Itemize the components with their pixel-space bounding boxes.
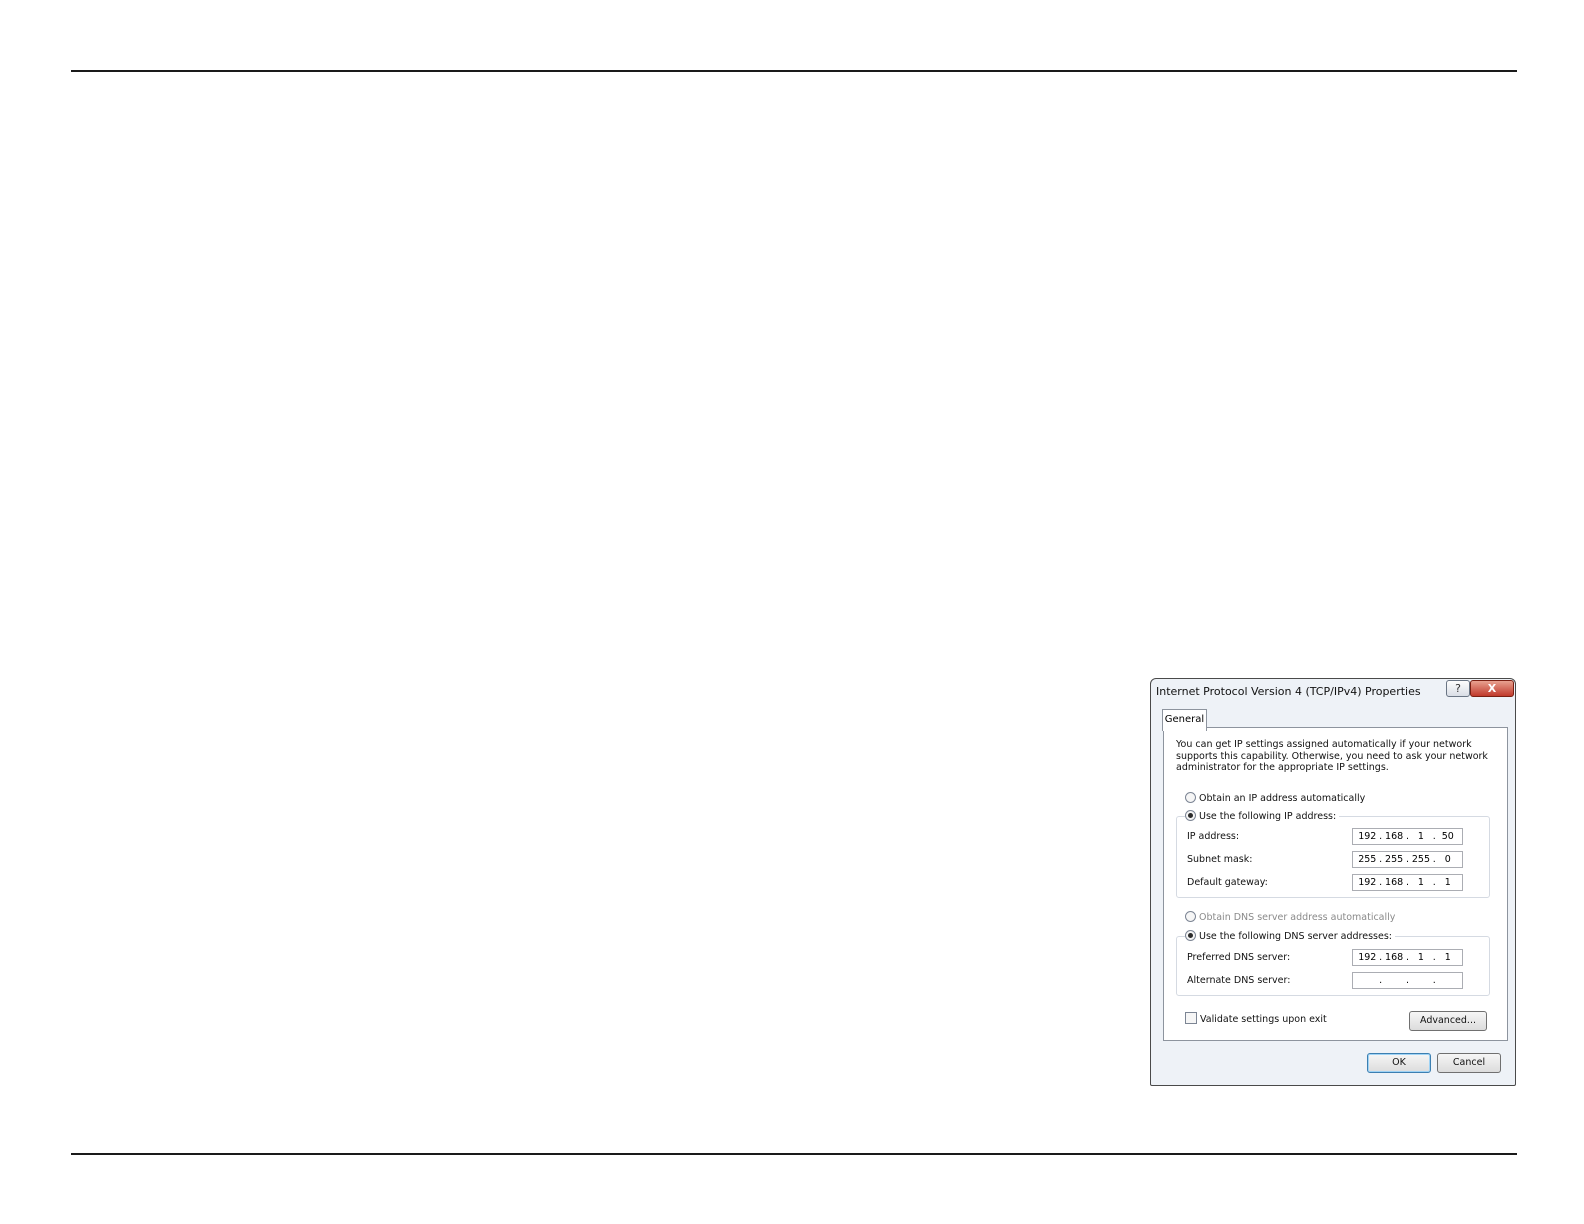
- advanced-button[interactable]: Advanced...: [1409, 1011, 1487, 1031]
- ip-octet: 255: [1385, 854, 1404, 865]
- validate-settings-label: Validate settings upon exit: [1200, 1014, 1327, 1025]
- obtain-dns-radio[interactable]: [1185, 911, 1196, 922]
- subnet-mask-input[interactable]: 255. 255. 255. 0: [1352, 851, 1463, 868]
- tcpipv4-properties-dialog: Internet Protocol Version 4 (TCP/IPv4) P…: [1150, 678, 1516, 1086]
- validate-settings-checkbox[interactable]: [1185, 1012, 1197, 1024]
- obtain-ip-radio-row[interactable]: Obtain an IP address automatically: [1185, 792, 1365, 804]
- ip-address-label: IP address:: [1187, 831, 1240, 842]
- dot: .: [1405, 831, 1409, 842]
- ip-octet: 255: [1358, 854, 1377, 865]
- ip-octet: 255: [1411, 854, 1431, 865]
- ip-octet: 1: [1417, 952, 1424, 963]
- cancel-button[interactable]: Cancel: [1437, 1053, 1501, 1073]
- ip-octet: 1: [1444, 952, 1451, 963]
- tab-general[interactable]: General: [1162, 709, 1207, 731]
- intro-text: You can get IP settings assigned automat…: [1176, 739, 1488, 773]
- dot: .: [1432, 975, 1436, 986]
- ip-octet: 50: [1441, 831, 1454, 842]
- close-button[interactable]: X: [1470, 680, 1514, 697]
- dot: .: [1379, 854, 1383, 865]
- use-ip-radio[interactable]: [1185, 810, 1196, 821]
- use-dns-radio[interactable]: [1185, 930, 1196, 941]
- ip-address-group: IP address: 192. 168. 1. 50 Subnet mask:…: [1176, 816, 1490, 898]
- alternate-dns-row: Alternate DNS server: . . .: [1187, 972, 1483, 990]
- obtain-dns-radio-row[interactable]: Obtain DNS server address automatically: [1185, 911, 1395, 923]
- subnet-mask-label: Subnet mask:: [1187, 854, 1253, 865]
- dot: .: [1379, 831, 1383, 842]
- ip-address-row: IP address: 192. 168. 1. 50: [1187, 828, 1483, 846]
- validate-settings-row[interactable]: Validate settings upon exit: [1185, 1012, 1327, 1025]
- title-bar[interactable]: Internet Protocol Version 4 (TCP/IPv4) P…: [1151, 679, 1515, 705]
- default-gateway-row: Default gateway: 192. 168. 1. 1: [1187, 874, 1483, 892]
- bottom-rule: [71, 1153, 1517, 1155]
- use-ip-label: Use the following IP address:: [1199, 811, 1337, 822]
- help-button[interactable]: ?: [1446, 680, 1470, 697]
- dot: .: [1405, 854, 1409, 865]
- top-rule: [71, 70, 1517, 72]
- general-panel: You can get IP settings assigned automat…: [1163, 727, 1508, 1041]
- ip-octet: 168: [1385, 831, 1404, 842]
- dot: .: [1405, 975, 1409, 986]
- use-dns-radio-row[interactable]: Use the following DNS server addresses:: [1185, 930, 1395, 942]
- preferred-dns-label: Preferred DNS server:: [1187, 952, 1291, 963]
- ip-octet: 192: [1358, 831, 1377, 842]
- obtain-dns-label: Obtain DNS server address automatically: [1199, 912, 1396, 923]
- default-gateway-input[interactable]: 192. 168. 1. 1: [1352, 874, 1463, 891]
- ip-octet: 168: [1385, 952, 1404, 963]
- alternate-dns-label: Alternate DNS server:: [1187, 975, 1291, 986]
- dot: .: [1432, 952, 1436, 963]
- subnet-mask-row: Subnet mask: 255. 255. 255. 0: [1187, 851, 1483, 869]
- dot: .: [1379, 952, 1383, 963]
- dot: .: [1405, 877, 1409, 888]
- ip-address-input[interactable]: 192. 168. 1. 50: [1352, 828, 1463, 845]
- preferred-dns-input[interactable]: 192. 168. 1. 1: [1352, 949, 1463, 966]
- preferred-dns-row: Preferred DNS server: 192. 168. 1. 1: [1187, 949, 1483, 967]
- dot: .: [1432, 831, 1436, 842]
- ip-octet: 192: [1358, 952, 1377, 963]
- ip-octet: 192: [1358, 877, 1377, 888]
- use-dns-label: Use the following DNS server addresses:: [1199, 931, 1392, 942]
- ok-button[interactable]: OK: [1367, 1053, 1431, 1073]
- dot: .: [1405, 952, 1409, 963]
- ip-octet: 1: [1417, 831, 1424, 842]
- use-ip-radio-row[interactable]: Use the following IP address:: [1185, 810, 1340, 822]
- ip-octet: 168: [1385, 877, 1404, 888]
- obtain-ip-radio[interactable]: [1185, 792, 1196, 803]
- dot: .: [1379, 877, 1383, 888]
- ip-octet: 1: [1444, 877, 1451, 888]
- dot: .: [1432, 877, 1436, 888]
- tab-strip: General: [1157, 705, 1509, 731]
- ip-octet: 0: [1444, 854, 1451, 865]
- ip-octet: 1: [1417, 877, 1424, 888]
- close-icon: X: [1487, 682, 1497, 695]
- help-icon: ?: [1455, 682, 1461, 695]
- dialog-title: Internet Protocol Version 4 (TCP/IPv4) P…: [1156, 685, 1421, 698]
- dns-server-group: Preferred DNS server: 192. 168. 1. 1 Alt…: [1176, 936, 1490, 996]
- obtain-ip-label: Obtain an IP address automatically: [1199, 793, 1366, 804]
- default-gateway-label: Default gateway:: [1187, 877, 1268, 888]
- dot: .: [1379, 975, 1383, 986]
- dot: .: [1432, 854, 1436, 865]
- alternate-dns-input[interactable]: . . .: [1352, 972, 1463, 989]
